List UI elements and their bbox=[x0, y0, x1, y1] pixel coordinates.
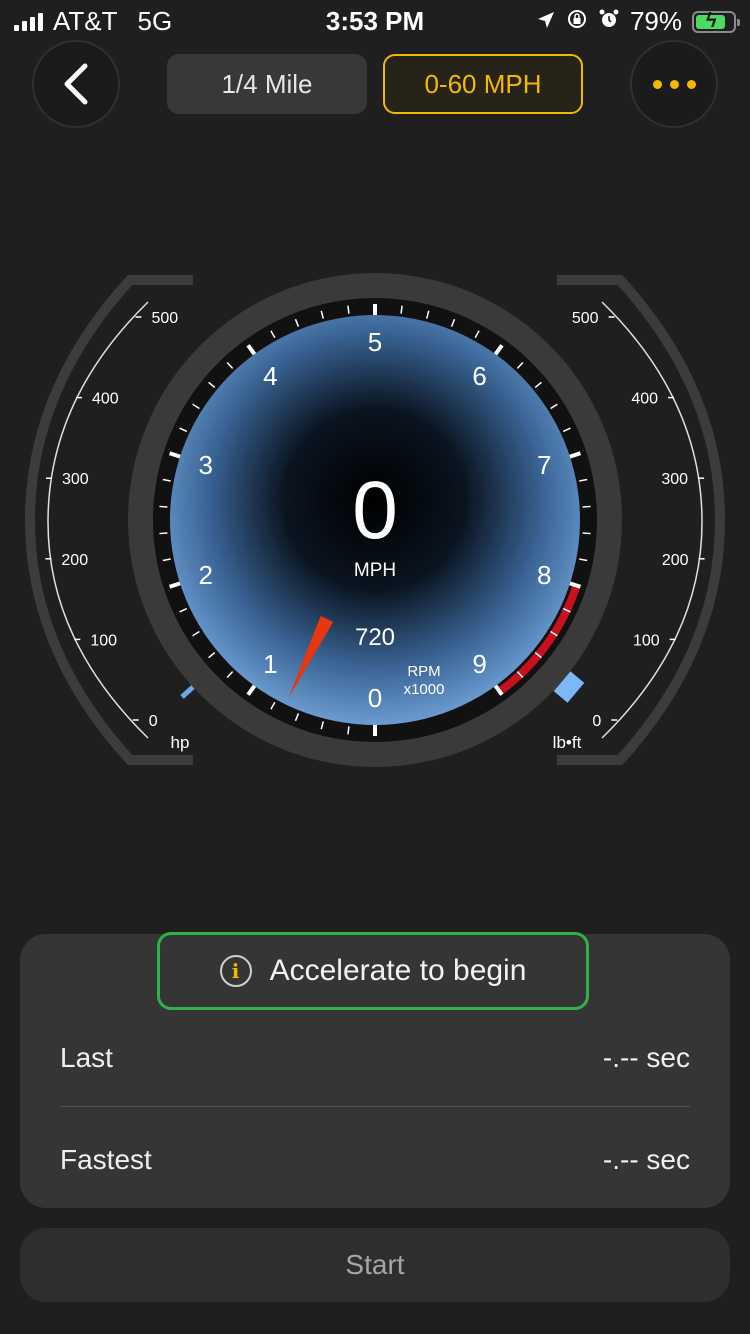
speed-unit: MPH bbox=[354, 560, 396, 581]
tab-0-60-mph[interactable]: 0-60 MPH bbox=[383, 54, 583, 114]
torque-scale-label-200: 200 bbox=[662, 552, 689, 569]
divider bbox=[60, 1106, 690, 1107]
hp-unit: hp bbox=[171, 733, 190, 752]
speedometer-gauge: 0100200300400500 0100200300400500 hp lb•… bbox=[24, 273, 726, 767]
chevron-left-icon bbox=[64, 63, 88, 105]
hp-scale-label-300: 300 bbox=[62, 471, 89, 488]
orientation-lock-icon bbox=[566, 6, 588, 37]
rpm-tick-label-0: 0 bbox=[368, 683, 382, 713]
torque-scale-label-0: 0 bbox=[592, 713, 601, 730]
rpm-tick bbox=[582, 532, 591, 535]
rpm-tick bbox=[159, 532, 168, 535]
torque-scale-label-300: 300 bbox=[661, 471, 688, 488]
rpm-tick-label-3: 3 bbox=[198, 450, 212, 480]
rpm-scale-label: x1000 bbox=[404, 681, 445, 698]
status-message-text: Accelerate to begin bbox=[269, 954, 527, 987]
rpm-tick bbox=[400, 305, 403, 314]
hp-scale-label-500: 500 bbox=[151, 310, 178, 327]
speed-value: 0 bbox=[352, 465, 398, 556]
start-button[interactable]: Start bbox=[20, 1228, 730, 1302]
tab-quarter-mile[interactable]: 1/4 Mile bbox=[167, 54, 367, 114]
hp-indicator bbox=[180, 685, 195, 699]
hp-scale-label-100: 100 bbox=[90, 632, 117, 649]
rpm-tick-label-9: 9 bbox=[472, 649, 486, 679]
fastest-label: Fastest bbox=[60, 1144, 152, 1175]
rpm-tick-label-7: 7 bbox=[537, 450, 551, 480]
results-panel: i Accelerate to begin Last -.-- sec Fast… bbox=[20, 932, 730, 1208]
torque-unit: lb•ft bbox=[553, 733, 582, 752]
last-value: -.-- sec bbox=[602, 1042, 690, 1073]
rpm-label: RPM bbox=[407, 663, 440, 680]
rpm-tick-label-5: 5 bbox=[368, 327, 382, 357]
torque-scale-label-400: 400 bbox=[631, 391, 658, 408]
torque-scale-label-500: 500 bbox=[572, 310, 599, 327]
battery-percent: 79% bbox=[629, 6, 682, 36]
rpm-value: 720 bbox=[355, 624, 395, 651]
alarm-icon bbox=[598, 6, 620, 37]
status-message: i Accelerate to begin bbox=[157, 932, 589, 1010]
rpm-tick-label-6: 6 bbox=[472, 361, 486, 391]
more-dots-icon bbox=[652, 79, 696, 89]
hp-scale-label-400: 400 bbox=[92, 391, 119, 408]
rpm-tick-label-8: 8 bbox=[537, 560, 551, 590]
more-options-button[interactable] bbox=[630, 40, 718, 128]
last-run-row: Last -.-- sec bbox=[60, 1028, 690, 1088]
last-label: Last bbox=[60, 1042, 113, 1073]
battery-icon: ϟ bbox=[692, 10, 740, 33]
location-icon bbox=[536, 6, 556, 37]
rpm-tick bbox=[159, 505, 168, 508]
hp-scale-label-200: 200 bbox=[61, 552, 88, 569]
torque-scale-label-100: 100 bbox=[633, 632, 660, 649]
rpm-tick-label-4: 4 bbox=[263, 361, 277, 391]
rpm-tick bbox=[582, 505, 591, 508]
hp-scale-label-0: 0 bbox=[149, 713, 158, 730]
rpm-tick bbox=[347, 726, 350, 735]
fastest-value: -.-- sec bbox=[602, 1144, 690, 1175]
rpm-tick bbox=[347, 305, 350, 314]
rpm-tick-label-1: 1 bbox=[263, 649, 277, 679]
status-bar: AT&T 5G 3:53 PM 79% ϟ bbox=[0, 0, 750, 40]
info-icon: i bbox=[219, 955, 252, 987]
back-button[interactable] bbox=[32, 40, 120, 128]
rpm-tick-label-2: 2 bbox=[198, 560, 212, 590]
fastest-run-row: Fastest -.-- sec bbox=[60, 1130, 690, 1190]
